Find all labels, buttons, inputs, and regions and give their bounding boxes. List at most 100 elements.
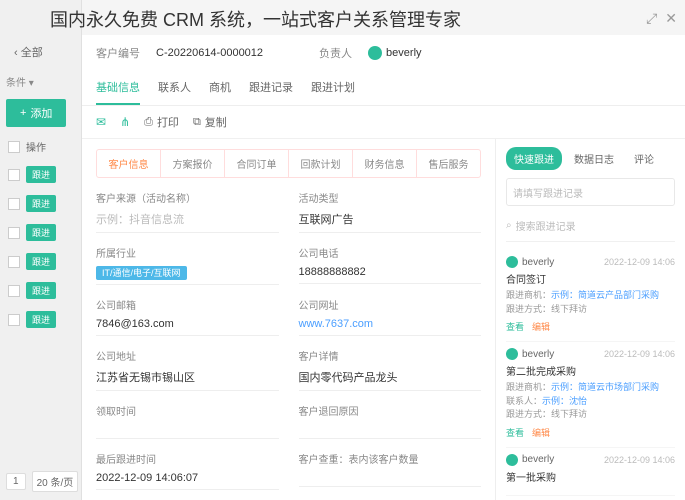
expand-icon[interactable]: ⤢: [646, 10, 657, 27]
log-item: beverly 2022-12-09 14:06 第一批采购: [506, 448, 675, 496]
share-icon[interactable]: ⋔: [120, 115, 130, 129]
table-row[interactable]: 跟进: [0, 218, 81, 247]
row-checkbox[interactable]: [8, 285, 20, 297]
field-label: 公司邮箱: [96, 297, 279, 312]
log-title: 合同签订: [506, 271, 675, 286]
sidetab-quick-follow[interactable]: 快速跟进: [506, 147, 562, 170]
field-url: 公司网址 www.7637.com: [299, 297, 482, 336]
edit-link[interactable]: 编辑: [532, 320, 550, 333]
side-column: 快速跟进 数据日志 评论 请填写跟进记录 ⌕ 搜索跟进记录 beverly 20…: [495, 139, 685, 500]
field-value[interactable]: [299, 469, 482, 487]
field-value[interactable]: [299, 421, 482, 439]
tab-opportunity[interactable]: 商机: [209, 75, 231, 105]
select-all-checkbox[interactable]: [8, 141, 20, 153]
subtab-quote[interactable]: 方案报价: [161, 150, 225, 177]
search-icon: ⌕: [506, 220, 512, 231]
field-label: 最后跟进时间: [96, 451, 279, 466]
close-icon[interactable]: ✕: [665, 10, 677, 27]
field-return-reason: 客户退回原因: [299, 403, 482, 439]
follow-button[interactable]: 跟进: [26, 224, 56, 241]
follow-button[interactable]: 跟进: [26, 311, 56, 328]
row-checkbox[interactable]: [8, 227, 20, 239]
sub-tabs: 客户信息 方案报价 合同订单 回款计划 财务信息 售后服务: [96, 149, 481, 178]
field-grid: 客户来源（活动名称） 示例：抖音信息流 活动类型 互联网广告 所属行业 IT/通…: [96, 190, 481, 490]
field-email: 公司邮箱 7846@163.com: [96, 297, 279, 336]
field-label: 客户详情: [299, 348, 482, 363]
field-label: 活动类型: [299, 190, 482, 205]
tab-contacts[interactable]: 联系人: [158, 75, 191, 105]
print-button[interactable]: ⎙ 打印: [144, 114, 179, 130]
subtab-payment[interactable]: 回款计划: [289, 150, 353, 177]
row-checkbox[interactable]: [8, 256, 20, 268]
avatar-icon: [368, 46, 382, 60]
log-title: 第一批采购: [506, 469, 675, 484]
avatar-icon: [506, 348, 518, 360]
filter-conditions[interactable]: 条件 ▾: [0, 70, 81, 93]
view-link[interactable]: 查看: [506, 426, 524, 439]
field-source: 客户来源（活动名称） 示例：抖音信息流: [96, 190, 279, 233]
tab-follow-record[interactable]: 跟进记录: [249, 75, 293, 105]
table-row[interactable]: 跟进: [0, 247, 81, 276]
subtab-aftersale[interactable]: 售后服务: [417, 150, 480, 177]
edit-link[interactable]: 编辑: [532, 426, 550, 439]
field-industry: 所属行业 IT/通信/电子/互联网: [96, 245, 279, 285]
row-checkbox[interactable]: [8, 169, 20, 181]
field-value[interactable]: 7846@163.com: [96, 315, 279, 336]
left-sidebar: ‹ 全部 条件 ▾ + 添加 操作 跟进 跟进 跟进 跟进 跟进 跟进 1 20…: [0, 0, 82, 500]
search-follow[interactable]: ⌕ 搜索跟进记录: [506, 214, 675, 242]
field-value[interactable]: www.7637.com: [299, 315, 482, 336]
subtab-customer-info[interactable]: 客户信息: [97, 150, 161, 177]
sidetab-data-log[interactable]: 数据日志: [566, 147, 622, 170]
field-phone: 公司电话 18888888882: [299, 245, 482, 285]
field-value[interactable]: 示例：抖音信息流: [96, 208, 279, 233]
field-dup-check: 客户查重：表内该客户数量: [299, 451, 482, 490]
field-label: 客户来源（活动名称）: [96, 190, 279, 205]
sidetab-comment[interactable]: 评论: [626, 147, 662, 170]
row-checkbox[interactable]: [8, 198, 20, 210]
field-label: 公司地址: [96, 348, 279, 363]
field-detail: 客户详情 国内零代码产品龙头: [299, 348, 482, 391]
add-button[interactable]: + 添加: [6, 99, 66, 127]
table-row[interactable]: 跟进: [0, 305, 81, 334]
subtab-finance[interactable]: 财务信息: [353, 150, 417, 177]
field-value[interactable]: 互联网广告: [299, 208, 482, 233]
log-time: 2022-12-09 14:06: [604, 455, 675, 465]
table-row[interactable]: 跟进: [0, 276, 81, 305]
message-icon[interactable]: ✉: [96, 115, 106, 129]
log-item: beverly 2022-12-09 14:06 第二批完成采购 跟进商机：示例…: [506, 342, 675, 448]
log-time: 2022-12-09 14:06: [604, 349, 675, 359]
tab-basic-info[interactable]: 基础信息: [96, 75, 140, 105]
field-label: 客户退回原因: [299, 403, 482, 418]
modal-header: 客户编号 C-20220614-0000012 负责人 beverly: [82, 35, 685, 67]
field-address: 公司地址 江苏省无锡市锡山区: [96, 348, 279, 391]
follow-button[interactable]: 跟进: [26, 282, 56, 299]
table-row[interactable]: 跟进: [0, 160, 81, 189]
field-label: 客户查重：表内该客户数量: [299, 451, 482, 466]
all-filter[interactable]: ‹ 全部: [6, 40, 51, 64]
log-user: beverly: [522, 454, 554, 465]
subtab-contract[interactable]: 合同订单: [225, 150, 289, 177]
row-checkbox[interactable]: [8, 314, 20, 326]
avatar-icon: [506, 454, 518, 466]
tab-follow-plan[interactable]: 跟进计划: [311, 75, 355, 105]
field-value[interactable]: 国内零代码产品龙头: [299, 366, 482, 391]
main-tabs: 基础信息 联系人 商机 跟进记录 跟进计划: [82, 67, 685, 106]
copy-button[interactable]: ⧉ 复制: [193, 114, 227, 130]
page-number[interactable]: 1: [6, 473, 26, 490]
field-value[interactable]: 2022-12-09 14:06:07: [96, 469, 279, 490]
follow-button[interactable]: 跟进: [26, 166, 56, 183]
follow-button[interactable]: 跟进: [26, 195, 56, 212]
customer-id-label: 客户编号: [96, 45, 140, 61]
follow-input[interactable]: 请填写跟进记录: [506, 178, 675, 206]
field-value[interactable]: IT/通信/电子/互联网: [96, 263, 279, 285]
log-meta: 跟进商机：示例：简道云市场部门采购 联系人：示例：沈怡 跟进方式：线下拜访: [506, 381, 675, 422]
page-size-select[interactable]: 20 条/页: [32, 471, 79, 492]
field-value[interactable]: 江苏省无锡市锡山区: [96, 366, 279, 391]
field-value[interactable]: [96, 421, 279, 439]
detail-column: 客户信息 方案报价 合同订单 回款计划 财务信息 售后服务 客户来源（活动名称）…: [82, 139, 495, 500]
field-value[interactable]: 18888888882: [299, 263, 482, 284]
owner-value: beverly: [368, 46, 421, 60]
follow-button[interactable]: 跟进: [26, 253, 56, 270]
view-link[interactable]: 查看: [506, 320, 524, 333]
table-row[interactable]: 跟进: [0, 189, 81, 218]
